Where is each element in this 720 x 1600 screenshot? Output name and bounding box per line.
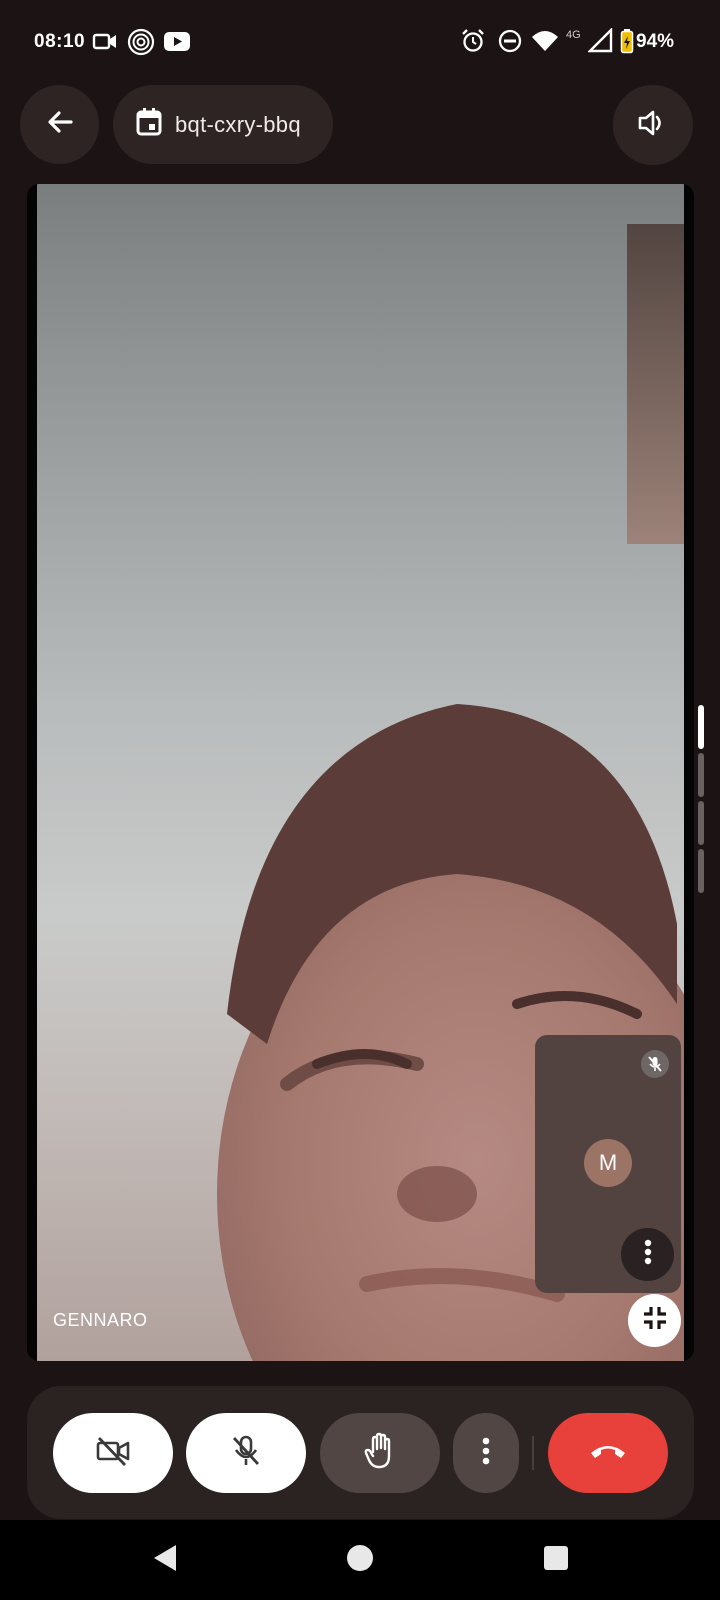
nav-home-button[interactable] (340, 1520, 380, 1600)
youtube-icon (163, 28, 191, 59)
nav-home-icon (345, 1543, 375, 1578)
page-indicator (698, 753, 704, 797)
status-bar: 08:10 4G 94% (0, 0, 720, 84)
back-button[interactable] (20, 85, 99, 164)
mic-off-icon (229, 1434, 263, 1473)
mic-toggle-button[interactable] (186, 1413, 306, 1493)
more-options-button[interactable] (453, 1413, 519, 1493)
volume-up-icon (636, 106, 670, 145)
more-vert-icon (482, 1437, 490, 1470)
alarm-icon (460, 28, 486, 59)
camera-toggle-button[interactable] (53, 1413, 173, 1493)
wifi-icon (531, 28, 559, 59)
battery-icon (620, 28, 634, 59)
self-view-tile[interactable]: M (535, 1035, 681, 1293)
participant-name-label: GENNARO (53, 1310, 148, 1330)
nav-back-button[interactable] (145, 1520, 185, 1600)
more-vert-icon (644, 1239, 652, 1270)
battery-percent: 94% (636, 31, 675, 52)
collapse-view-button[interactable] (628, 1294, 681, 1347)
videocam-off-icon (95, 1435, 131, 1472)
pip-mic-off-icon (641, 1050, 669, 1078)
raise-hand-button[interactable] (320, 1413, 440, 1493)
nav-back-icon (151, 1543, 179, 1578)
nav-recents-icon (542, 1544, 570, 1577)
call-control-bar (27, 1386, 694, 1519)
system-navigation-bar (0, 1520, 720, 1600)
do-not-disturb-icon (497, 28, 523, 59)
page-indicator (698, 849, 704, 893)
hand-icon (363, 1432, 397, 1475)
meeting-info-button[interactable]: bqt-cxry-bbq (113, 85, 333, 164)
call-end-icon (588, 1441, 628, 1466)
control-divider (532, 1436, 534, 1470)
arrow-back-icon (44, 106, 76, 143)
calendar-icon (135, 107, 163, 142)
meeting-code: bqt-cxry-bbq (175, 111, 301, 137)
fingerprint-app-icon (127, 28, 155, 61)
avatar: M (584, 1139, 632, 1187)
status-time: 08:10 (34, 31, 86, 52)
network-type-label: 4G (566, 29, 581, 41)
signal-icon (587, 27, 614, 59)
end-call-button[interactable] (548, 1413, 668, 1493)
audio-output-button[interactable] (613, 85, 693, 165)
nav-recents-button[interactable] (536, 1520, 576, 1600)
pip-more-button[interactable] (621, 1228, 674, 1281)
video-camera-icon (92, 28, 118, 59)
fullscreen-exit-icon (641, 1304, 669, 1337)
page-indicator (698, 801, 704, 845)
page-indicator-active (698, 705, 704, 749)
